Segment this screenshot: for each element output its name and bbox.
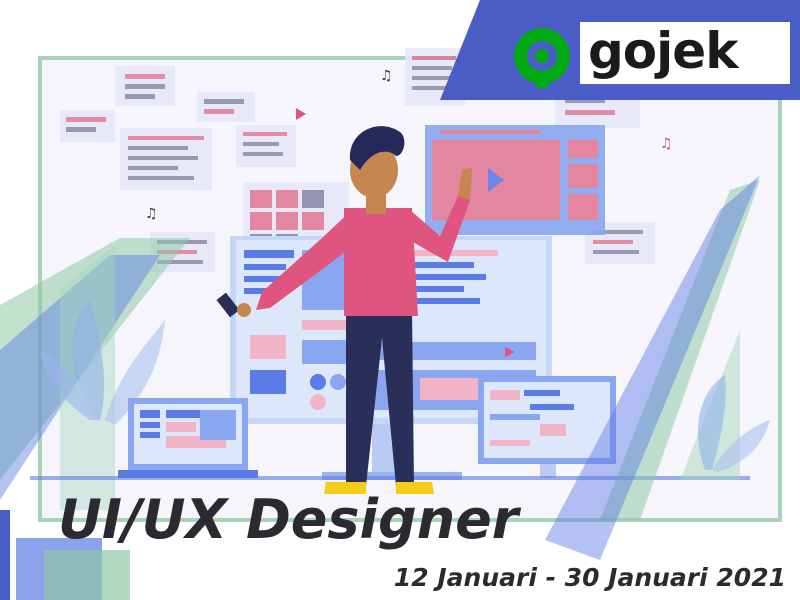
laptop-left xyxy=(118,398,258,478)
page-title: UI/UX Designer xyxy=(58,488,519,551)
music-note-icon: ♫ xyxy=(145,206,158,222)
floating-card xyxy=(120,128,212,190)
floating-card xyxy=(197,92,255,122)
floating-card xyxy=(60,110,115,142)
banner: ♫ ♫ ♫ gojek UI/UX Designer 12 Januari - … xyxy=(0,0,800,600)
event-dates: 12 Januari - 30 Januari 2021 xyxy=(393,563,786,592)
floating-card xyxy=(236,125,296,167)
music-note-icon: ♫ xyxy=(380,68,393,84)
brand-name: gojek xyxy=(588,22,738,80)
floating-card xyxy=(115,66,175,106)
music-note-icon: ♫ xyxy=(660,136,673,152)
